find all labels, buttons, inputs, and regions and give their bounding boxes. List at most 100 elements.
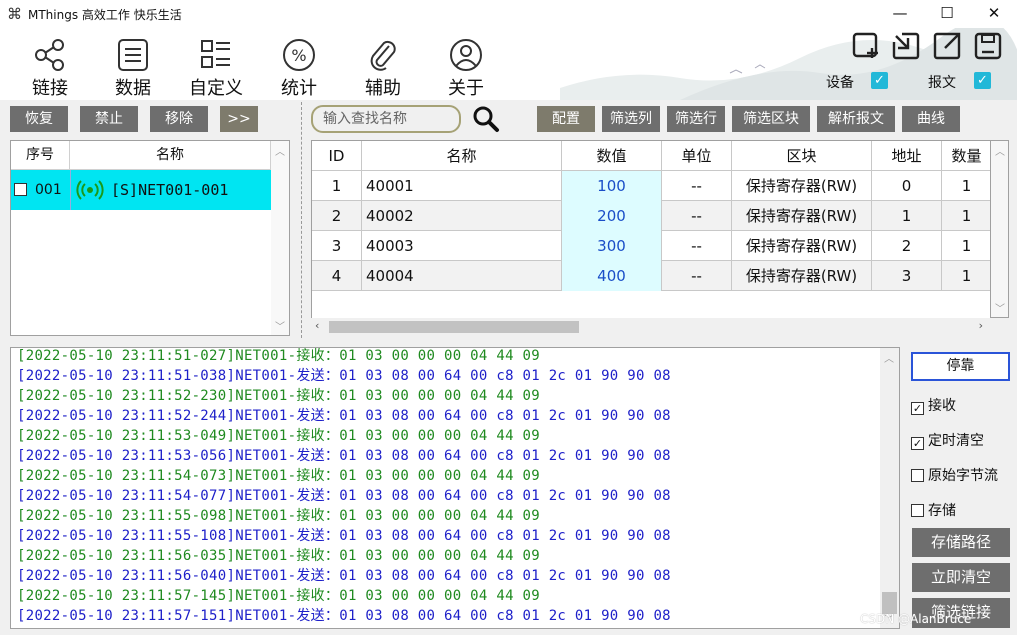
list-item[interactable]: 001 [S]NET001-001 xyxy=(11,170,271,210)
restore-button[interactable]: 恢复 xyxy=(10,106,68,132)
share-icon xyxy=(35,39,64,71)
log-line: [2022-05-10 23:11:56-035]NET001-接收：01 03… xyxy=(17,548,540,564)
cell-name: 40001 xyxy=(362,171,562,201)
column-header-block[interactable]: 区块 xyxy=(732,141,872,171)
scrollbar-thumb[interactable] xyxy=(329,321,579,333)
log-line: [2022-05-10 23:11:51-027]NET001-接收：01 03… xyxy=(17,348,540,364)
cell-value[interactable]: 100 xyxy=(562,171,662,201)
table-horizontal-scrollbar[interactable]: ‹ › xyxy=(311,318,991,336)
cell-value[interactable]: 400 xyxy=(562,261,662,291)
raw-bytes-option[interactable]: 原始字节流 xyxy=(911,465,998,485)
table-row[interactable]: 4 40004 400 -- 保持寄存器(RW) 3 1 xyxy=(312,261,990,291)
log-scrollbar[interactable]: ︿ ﹀ xyxy=(880,348,899,628)
minimize-button[interactable]: — xyxy=(877,0,923,28)
table-vertical-scrollbar[interactable]: ︿ ﹀ xyxy=(991,140,1009,318)
column-header-id[interactable]: ID xyxy=(312,141,362,171)
curve-button[interactable]: 曲线 xyxy=(902,106,960,132)
message-checkbox[interactable]: ✓ xyxy=(974,72,991,89)
parse-message-button[interactable]: 解析报文 xyxy=(817,106,895,132)
log-line: [2022-05-10 23:11:57-145]NET001-接收：01 03… xyxy=(17,588,540,604)
remove-button[interactable]: 移除 xyxy=(150,106,208,132)
nav-stats[interactable]: % 统计 xyxy=(259,38,339,100)
data-table: ID 名称 数值 单位 区块 地址 数量 1 40001 100 -- 保持寄存… xyxy=(311,140,991,336)
row-index: 001 xyxy=(35,182,62,198)
list-scrollbar[interactable]: ︿ ﹀ xyxy=(271,141,289,335)
cell-value[interactable]: 300 xyxy=(562,231,662,261)
timed-clear-option[interactable]: ✓ 定时清空 xyxy=(911,430,984,450)
column-header-name[interactable]: 名称 xyxy=(362,141,562,171)
receive-option[interactable]: ✓ 接收 xyxy=(911,395,956,415)
expand-button[interactable]: >> xyxy=(220,106,258,132)
dock-button[interactable]: 停靠 xyxy=(911,352,1010,381)
cell-unit: -- xyxy=(662,261,732,291)
cell-count: 1 xyxy=(942,201,990,231)
filter-blocks-button[interactable]: 筛选区块 xyxy=(732,106,810,132)
save-icon[interactable] xyxy=(974,32,1002,60)
column-header-address[interactable]: 地址 xyxy=(872,141,942,171)
option-label: 原始字节流 xyxy=(928,468,998,484)
paperclip-icon xyxy=(370,40,396,71)
filter-columns-button[interactable]: 筛选列 xyxy=(602,106,660,132)
close-button[interactable]: ✕ xyxy=(971,0,1017,28)
column-header-count[interactable]: 数量 xyxy=(942,141,990,171)
cell-address: 0 xyxy=(872,171,942,201)
disable-button[interactable]: 禁止 xyxy=(80,106,138,132)
column-header-unit[interactable]: 单位 xyxy=(662,141,732,171)
raw-bytes-checkbox[interactable] xyxy=(911,469,924,482)
nav-label: 链接 xyxy=(32,78,68,99)
custom-grid-icon xyxy=(201,40,230,68)
cell-value[interactable]: 200 xyxy=(562,201,662,231)
cell-address: 1 xyxy=(872,201,942,231)
device-checkbox[interactable]: ✓ xyxy=(871,72,888,89)
search-input[interactable]: 输入查找名称 xyxy=(311,105,461,133)
clear-now-button[interactable]: 立即清空 xyxy=(912,563,1010,592)
cell-address: 2 xyxy=(872,231,942,261)
message-log: [2022-05-10 23:11:51-027]NET001-接收：01 03… xyxy=(10,347,900,629)
table-row[interactable]: 1 40001 100 -- 保持寄存器(RW) 0 1 xyxy=(312,171,990,201)
device-list: 序号 名称 001 [S]NET001-001 ︿ ﹀ xyxy=(10,140,290,336)
title-bar: ⌘ MThings 高效工作 快乐生活 — ☐ ✕ xyxy=(0,0,1017,28)
log-line: [2022-05-10 23:11:52-230]NET001-接收：01 03… xyxy=(17,388,540,404)
cell-id: 2 xyxy=(312,201,362,231)
nav-label: 统计 xyxy=(281,78,317,99)
storage-path-button[interactable]: 存储路径 xyxy=(912,528,1010,557)
popout-icon[interactable] xyxy=(933,32,961,60)
log-line: [2022-05-10 23:11:54-077]NET001-发送：01 03… xyxy=(17,488,671,504)
cell-name: 40002 xyxy=(362,201,562,231)
nav-data[interactable]: 数据 xyxy=(93,38,173,100)
svg-text:%: % xyxy=(291,46,306,65)
minimize-window-icon[interactable] xyxy=(892,32,920,60)
panel-splitter[interactable] xyxy=(301,102,302,338)
add-window-icon[interactable] xyxy=(852,32,880,60)
cell-unit: -- xyxy=(662,171,732,201)
nav-label: 关于 xyxy=(448,78,484,99)
column-header-index[interactable]: 序号 xyxy=(11,141,70,170)
search-icon[interactable] xyxy=(472,105,500,133)
table-row[interactable]: 3 40003 300 -- 保持寄存器(RW) 2 1 xyxy=(312,231,990,261)
table-row[interactable]: 2 40002 200 -- 保持寄存器(RW) 1 1 xyxy=(312,201,990,231)
nav-about[interactable]: 关于 xyxy=(426,38,506,100)
option-label: 接收 xyxy=(928,398,956,414)
column-header-name[interactable]: 名称 xyxy=(70,141,271,170)
cell-block: 保持寄存器(RW) xyxy=(732,231,872,261)
receive-checkbox[interactable]: ✓ xyxy=(911,402,924,415)
row-checkbox[interactable] xyxy=(14,170,31,210)
column-header-value[interactable]: 数值 xyxy=(562,141,662,171)
cell-count: 1 xyxy=(942,171,990,201)
config-button[interactable]: 配置 xyxy=(537,106,595,132)
store-option[interactable]: 存储 xyxy=(911,500,956,520)
cell-address: 3 xyxy=(872,261,942,291)
log-line: [2022-05-10 23:11:53-056]NET001-发送：01 03… xyxy=(17,448,671,464)
nav-custom[interactable]: 自定义 xyxy=(176,38,256,100)
timed-clear-checkbox[interactable]: ✓ xyxy=(911,437,924,450)
filter-rows-button[interactable]: 筛选行 xyxy=(667,106,725,132)
list-doc-icon xyxy=(118,39,148,71)
nav-link[interactable]: 链接 xyxy=(10,38,90,100)
window-title: MThings 高效工作 快乐生活 xyxy=(28,8,182,22)
nav-assist[interactable]: 辅助 xyxy=(343,38,423,100)
option-label: 存储 xyxy=(928,503,956,519)
percent-icon: % xyxy=(283,39,315,71)
maximize-button[interactable]: ☐ xyxy=(924,0,970,28)
cell-block: 保持寄存器(RW) xyxy=(732,261,872,291)
store-checkbox[interactable] xyxy=(911,504,924,517)
